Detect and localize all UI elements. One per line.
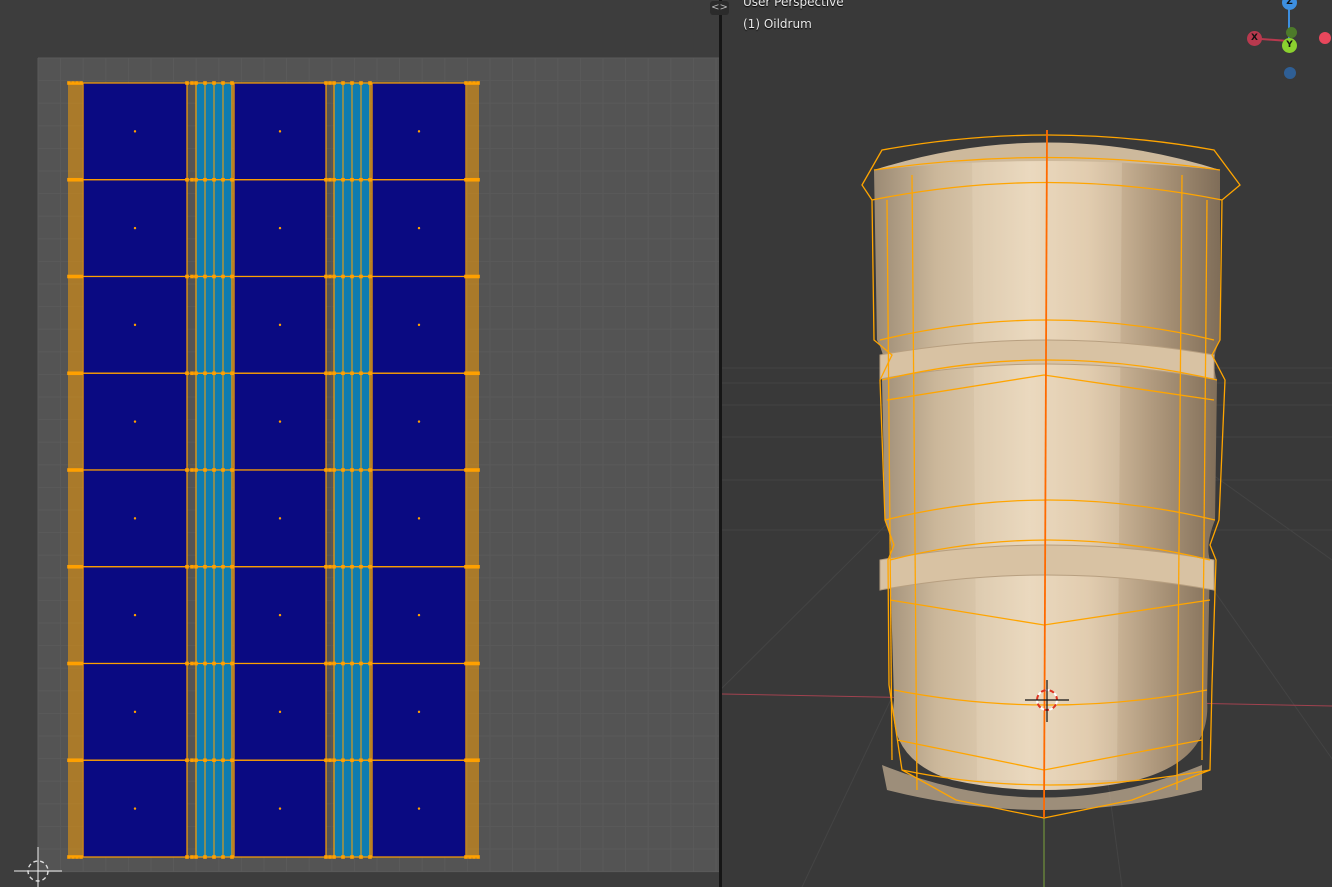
uv-canvas[interactable] — [0, 0, 719, 887]
uv-face-dot — [417, 420, 421, 423]
uv-face-dot — [133, 420, 137, 423]
uv-face-dot — [133, 130, 137, 133]
uv-face-dot — [278, 420, 282, 423]
gizmo-z-label: Z — [1286, 0, 1293, 7]
uv-face-dot — [133, 613, 137, 617]
gizmo-positive-x-ball[interactable] — [1319, 32, 1331, 44]
viewport-canvas[interactable] — [722, 0, 1332, 887]
uv-face-dot — [278, 323, 282, 327]
uv-face-dot — [278, 130, 282, 133]
perspective-label: User Perspective — [743, 0, 844, 9]
uv-face-dot — [417, 710, 421, 714]
uv-face-dot — [417, 517, 421, 520]
3d-viewport[interactable]: User Perspective (1) Oildrum Z X Y — [722, 0, 1332, 887]
uv-editor[interactable] — [0, 0, 719, 887]
uv-face-dot — [417, 130, 421, 133]
uv-face-dot — [133, 226, 137, 230]
uv-face-dot — [133, 517, 137, 520]
uv-face-dot — [278, 807, 282, 810]
gizmo-y-label: Y — [1286, 40, 1293, 50]
gizmo-y-axis[interactable]: Y — [1282, 38, 1297, 53]
gizmo-x-axis[interactable]: X — [1247, 31, 1262, 46]
uv-face-dot — [417, 323, 421, 327]
uv-face-dot — [278, 710, 282, 714]
gizmo-negative-z-ball[interactable] — [1284, 67, 1296, 79]
uv-face-dot — [278, 517, 282, 520]
uv-face-dot — [278, 226, 282, 230]
uv-face-dot — [278, 613, 282, 617]
active-object-label: (1) Oildrum — [743, 17, 812, 31]
gizmo-negative-y-ball[interactable] — [1286, 27, 1297, 38]
uv-face-dot — [133, 710, 137, 714]
uv-face-dot — [133, 807, 137, 810]
gizmo-x-label: X — [1251, 33, 1258, 43]
uv-face-dot — [417, 226, 421, 230]
uv-face-dot — [417, 613, 421, 617]
uv-face-dot — [133, 323, 137, 327]
uv-face-dot — [417, 807, 421, 810]
area-split-handle[interactable]: <> — [710, 1, 729, 15]
